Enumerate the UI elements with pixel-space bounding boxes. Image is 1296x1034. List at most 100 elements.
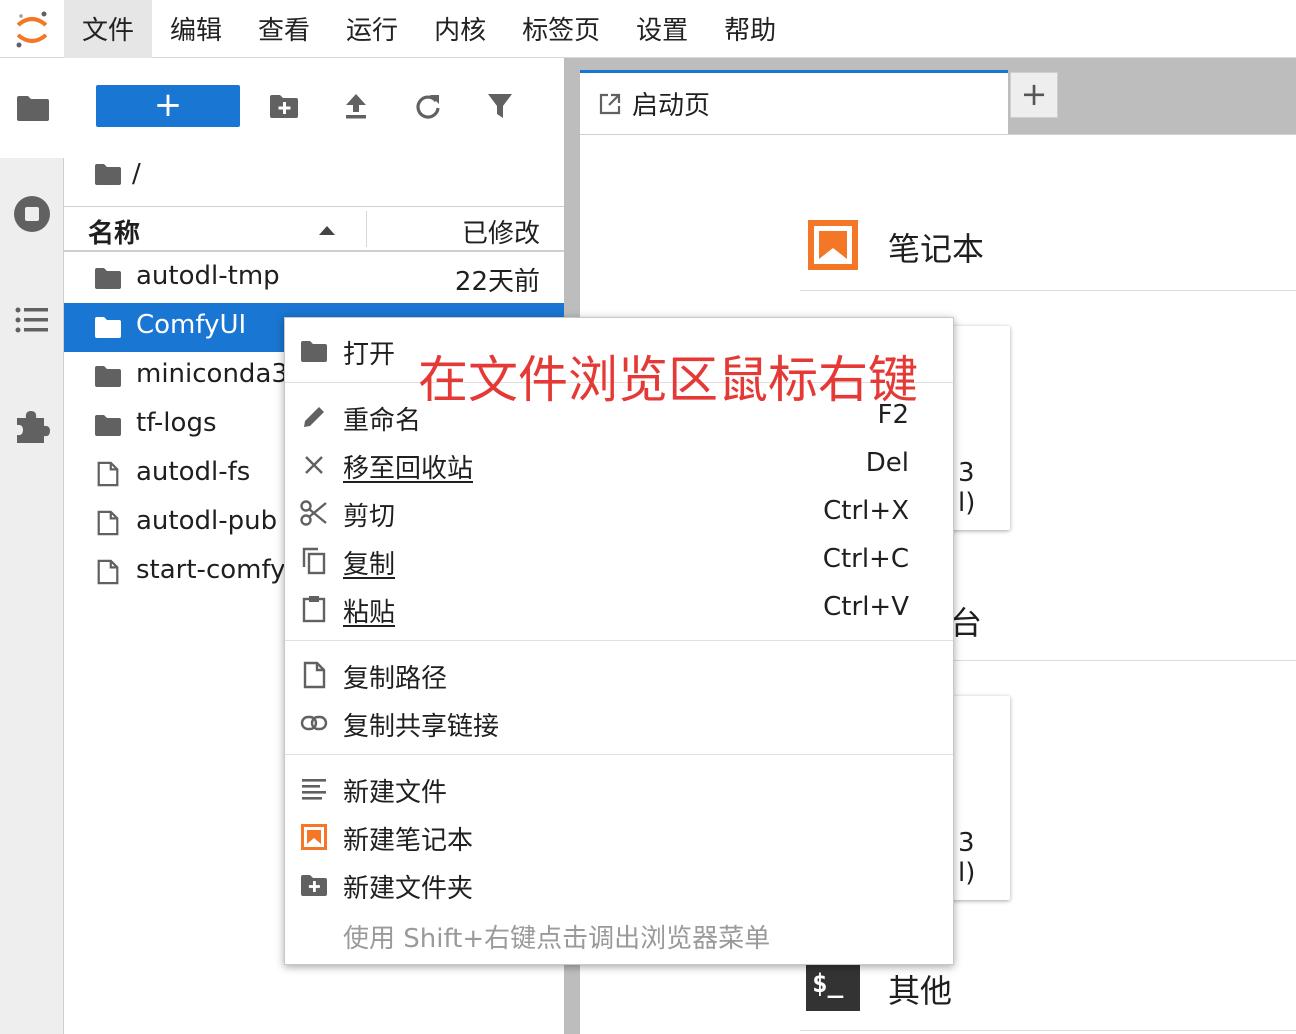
menu-separator	[285, 754, 953, 755]
text-file-icon	[299, 774, 329, 804]
console-section-title: 台	[950, 604, 983, 642]
tab-bar: 启动页 +	[580, 58, 1296, 134]
annotation-text: 在文件浏览区鼠标右键	[418, 351, 918, 409]
menu-separator	[285, 640, 953, 641]
ctx-browser-menu-hint: 使用 Shift+右键点击调出浏览器菜单	[343, 924, 771, 954]
tab-title: 启动页	[632, 91, 711, 121]
card-caption-partial: 3	[958, 458, 975, 488]
tab-launcher[interactable]: 启动页	[580, 70, 1008, 134]
ctx-label: 复制	[343, 550, 396, 580]
stop-circle-icon	[14, 196, 50, 232]
section-divider	[800, 1030, 1296, 1031]
file-icon	[97, 559, 119, 585]
upload-button[interactable]	[340, 90, 372, 122]
menubar: 文件 编辑 查看 运行 内核 标签页 设置 帮助	[0, 0, 1296, 58]
file-name: tf-logs	[136, 408, 217, 438]
ctx-label: 移至回收站	[343, 454, 474, 484]
ctx-copy-path[interactable]: 复制路径	[285, 652, 953, 698]
ctx-new-notebook[interactable]: 新建笔记本	[285, 814, 953, 860]
pencil-icon	[299, 402, 329, 432]
file-list-header: 名称 已修改	[64, 206, 564, 252]
add-tab-button[interactable]: +	[1010, 72, 1058, 118]
ctx-shortcut: Ctrl+C	[822, 544, 909, 574]
jupyter-logo-icon	[0, 0, 64, 58]
menu-kernel[interactable]: 内核	[416, 0, 504, 58]
menu-view[interactable]: 查看	[240, 0, 328, 58]
home-folder-icon[interactable]	[94, 162, 122, 186]
card-caption-partial: l)	[958, 858, 976, 888]
notebook-icon	[299, 822, 329, 852]
folder-icon	[299, 336, 329, 366]
ctx-copy[interactable]: 复制 Ctrl+C	[285, 538, 953, 584]
refresh-icon	[416, 95, 440, 119]
notebook-section-title: 笔记本	[888, 230, 985, 268]
column-name-header[interactable]: 名称	[88, 213, 140, 250]
breadcrumb-root[interactable]: /	[132, 159, 141, 189]
new-folder-button[interactable]	[268, 90, 300, 122]
ctx-paste[interactable]: 粘贴 Ctrl+V	[285, 586, 953, 632]
ctx-label: 粘贴	[343, 598, 396, 628]
breadcrumb: /	[94, 154, 141, 194]
ctx-cut[interactable]: 剪切 Ctrl+X	[285, 490, 953, 536]
menu-help[interactable]: 帮助	[706, 0, 794, 58]
new-folder-icon	[270, 95, 298, 118]
filter-icon	[488, 94, 512, 118]
ctx-label: 新建文件夹	[343, 874, 474, 904]
menu-edit[interactable]: 编辑	[152, 0, 240, 58]
sort-ascending-icon[interactable]	[318, 221, 336, 240]
upload-icon	[346, 94, 366, 119]
ctx-shortcut: Ctrl+X	[823, 496, 909, 526]
section-divider	[800, 290, 1296, 291]
ctx-label: 打开	[343, 340, 396, 370]
link-icon	[299, 708, 329, 738]
ctx-shortcut: Del	[865, 448, 909, 478]
launcher-top-border	[580, 134, 1296, 135]
file-row-autodl-tmp[interactable]: autodl-tmp 22天前	[64, 254, 564, 303]
file-icon	[97, 461, 119, 487]
ctx-label: 新建笔记本	[343, 826, 474, 856]
copy-icon	[299, 546, 329, 576]
terminal-section-icon: $_	[806, 961, 860, 1011]
scissors-icon	[299, 498, 329, 528]
table-of-contents-tab[interactable]	[0, 270, 64, 370]
ctx-new-file[interactable]: 新建文件	[285, 766, 953, 812]
launch-icon	[599, 93, 621, 114]
folder-icon	[16, 96, 49, 121]
menu-run[interactable]: 运行	[328, 0, 416, 58]
notebook-section-icon	[808, 220, 858, 270]
extensions-tab[interactable]	[0, 376, 64, 476]
menu-file[interactable]: 文件	[64, 0, 153, 58]
ctx-move-to-trash[interactable]: 移至回收站 Del	[285, 442, 953, 488]
folder-icon	[95, 268, 121, 289]
running-sessions-tab[interactable]	[0, 164, 64, 264]
file-modified: 22天前	[454, 267, 540, 297]
file-icon	[299, 660, 329, 690]
ctx-label: 复制路径	[343, 664, 448, 694]
column-divider[interactable]	[366, 211, 367, 247]
file-browser-toolbar: +	[64, 58, 564, 158]
file-browser-tab[interactable]	[0, 58, 65, 158]
menu-settings[interactable]: 设置	[618, 0, 706, 58]
paste-icon	[299, 594, 329, 624]
file-name: ComfyUI	[136, 310, 247, 340]
refresh-button[interactable]	[412, 90, 444, 122]
column-modified-header[interactable]: 已修改	[462, 213, 540, 250]
new-launcher-button[interactable]: +	[96, 85, 240, 127]
new-folder-icon	[299, 870, 329, 900]
left-activity-bar	[0, 58, 65, 1034]
ctx-label: 剪切	[343, 502, 396, 532]
menu-tabs[interactable]: 标签页	[504, 0, 618, 58]
filter-button[interactable]	[484, 90, 516, 122]
folder-icon	[95, 415, 121, 436]
puzzle-icon	[17, 411, 50, 443]
folder-icon	[95, 366, 121, 387]
ctx-copy-share-link[interactable]: 复制共享链接	[285, 700, 953, 746]
close-icon	[299, 450, 329, 480]
folder-icon	[95, 317, 121, 338]
card-caption-partial: 3	[958, 828, 975, 858]
file-context-menu: 打开 重命名 F2 移至回收站 Del 剪切 Ctrl+X 复制 Ctrl+C …	[284, 317, 954, 965]
file-name: autodl-fs	[136, 457, 251, 487]
file-icon	[97, 510, 119, 536]
list-icon	[15, 307, 48, 333]
ctx-new-folder[interactable]: 新建文件夹	[285, 862, 953, 908]
